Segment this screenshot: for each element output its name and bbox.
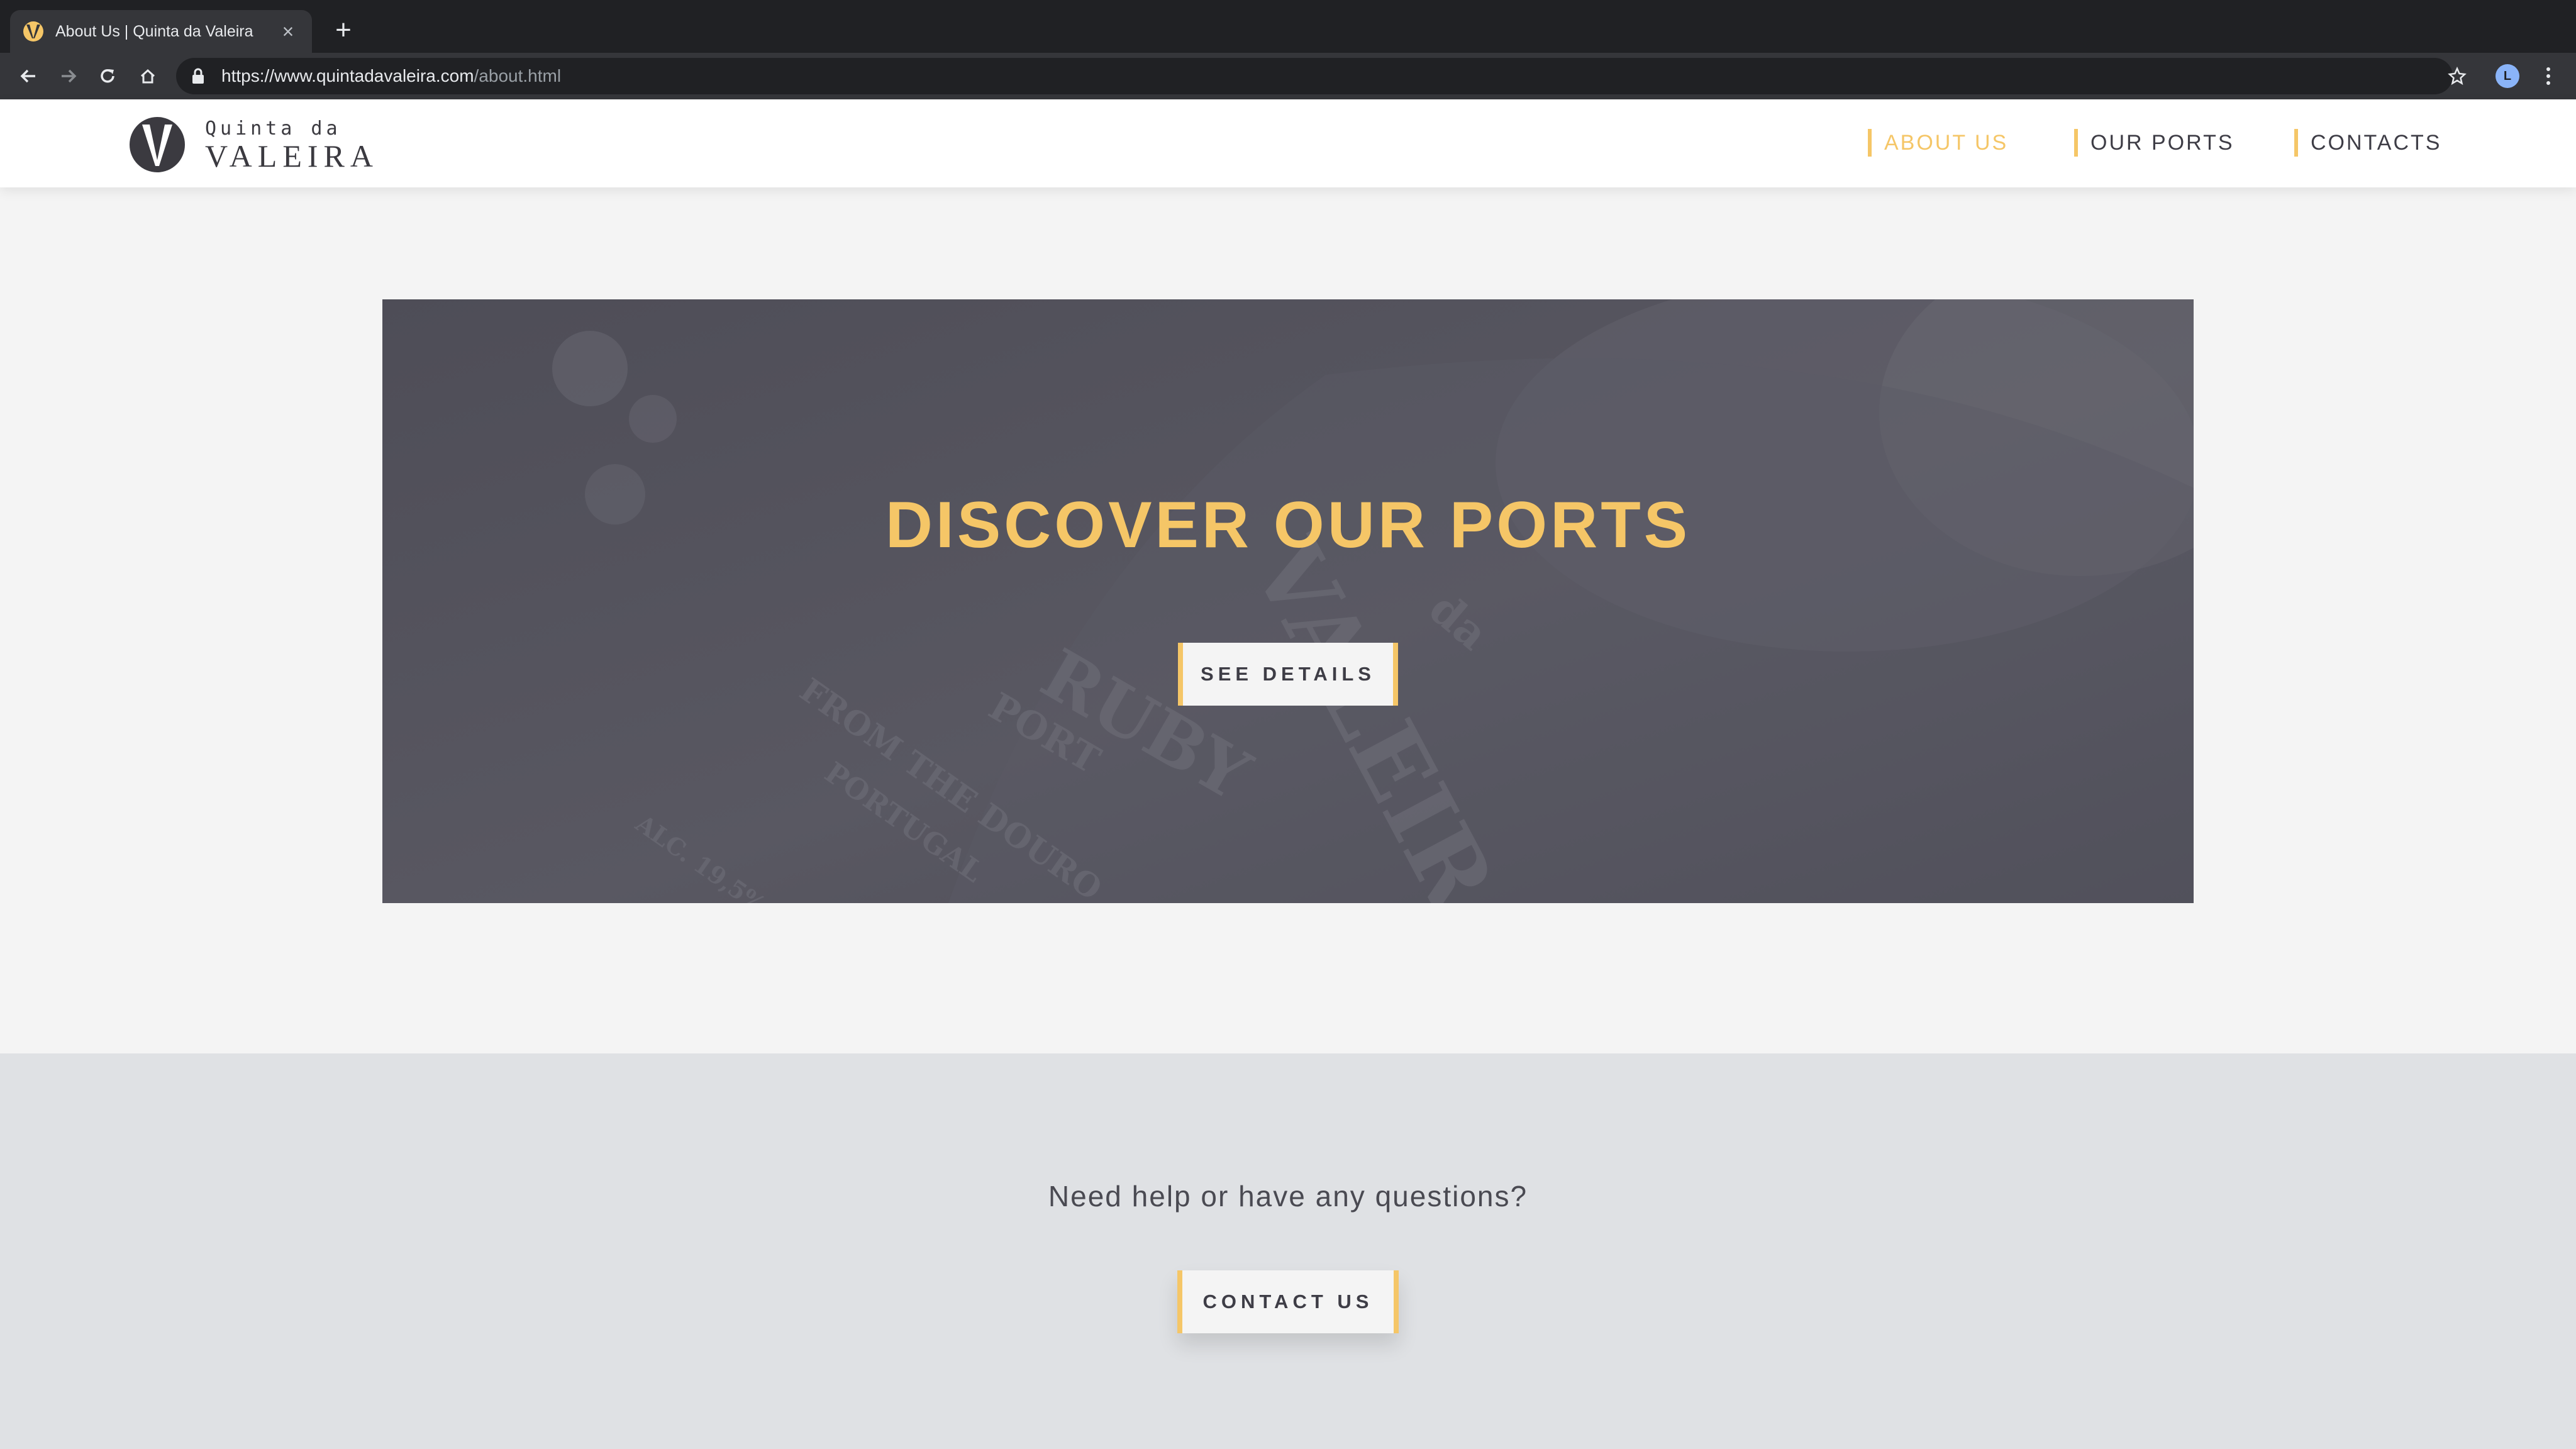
contact-question: Need help or have any questions? [1048, 1180, 1528, 1213]
back-icon[interactable] [14, 62, 43, 91]
site-favicon-icon [23, 21, 44, 42]
profile-initial: L [2503, 69, 2512, 83]
browser-menu-icon[interactable] [2536, 62, 2561, 91]
new-tab-button[interactable]: + [327, 14, 360, 47]
nav-our-ports[interactable]: OUR PORTS [2074, 129, 2235, 157]
url-host: https://www.quintadavaleira.com [221, 66, 474, 86]
browser-toolbar: https://www.quintadavaleira.com/about.ht… [0, 53, 2576, 99]
address-bar[interactable]: https://www.quintadavaleira.com/about.ht… [176, 58, 2453, 94]
browser-tab[interactable]: About Us | Quinta da Valeira × [10, 10, 312, 53]
nav-contacts[interactable]: CONTACTS [2294, 129, 2441, 157]
url-path: /about.html [474, 66, 562, 86]
hero-background-image: RUBY PORT VALEIRA da FROM THE DOURO PORT… [382, 299, 2194, 903]
browser-tabstrip: About Us | Quinta da Valeira × + [0, 0, 2576, 53]
nav-about-us[interactable]: ABOUT US [1868, 129, 2008, 157]
contact-us-button[interactable]: CONTACT US [1177, 1270, 1399, 1333]
hero-title: DISCOVER OUR PORTS [885, 489, 1691, 562]
site-header: Quinta da VALEIRA ABOUT US OUR PORTS CON… [0, 99, 2576, 187]
contact-section: Need help or have any questions? CONTACT… [0, 1053, 2576, 1449]
forward-icon[interactable] [54, 62, 83, 91]
tab-title: About Us | Quinta da Valeira [55, 22, 253, 40]
home-icon[interactable] [133, 62, 162, 91]
see-details-button[interactable]: SEE DETAILS [1178, 643, 1398, 706]
bookmark-star-icon[interactable] [2443, 62, 2472, 91]
profile-avatar[interactable]: L [2496, 64, 2519, 88]
hero-banner: RUBY PORT VALEIRA da FROM THE DOURO PORT… [382, 299, 2194, 903]
reload-icon[interactable] [93, 62, 122, 91]
close-tab-icon[interactable]: × [277, 20, 299, 43]
lock-icon [191, 67, 209, 85]
main-nav: ABOUT US OUR PORTS CONTACTS [0, 129, 2576, 157]
